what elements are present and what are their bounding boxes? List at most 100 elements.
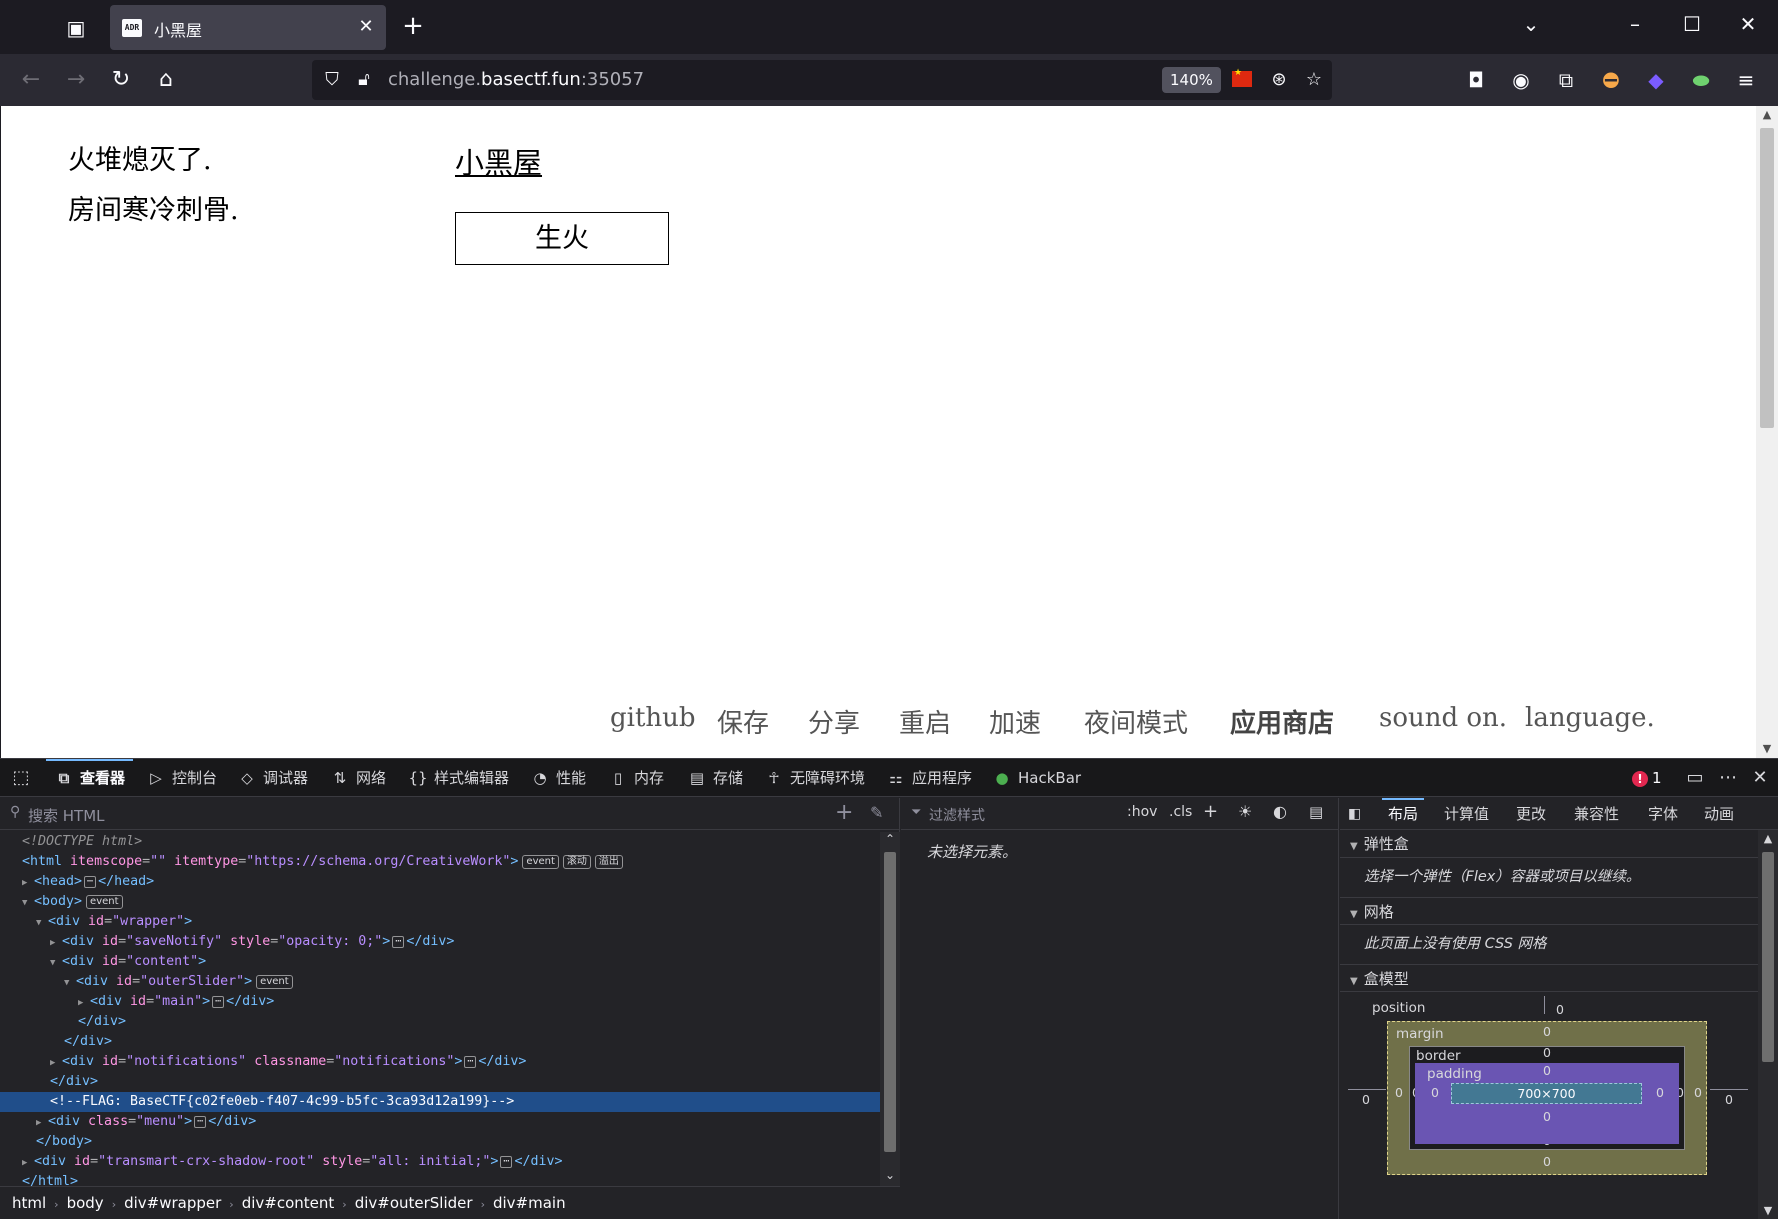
tree-node-notifications[interactable]: ▶ <div id="notifications" classname="noti… — [0, 1052, 880, 1072]
tab-compatibility[interactable]: 兼容性 — [1574, 798, 1619, 830]
collapsed-ellipsis[interactable]: ⋯ — [464, 1056, 477, 1068]
tree-node-main[interactable]: ▶ <div id="main"> ⋯ </div> — [0, 992, 880, 1012]
scroll-up-icon[interactable]: ▲ — [1758, 832, 1778, 845]
scroll-badge[interactable]: 滚动 — [562, 855, 591, 869]
devtools-tab[interactable]: ☥ 无障碍环境 — [764, 759, 865, 797]
devtools-tab[interactable]: ● HackBar — [992, 759, 1081, 797]
cls-toggle-button[interactable]: .cls — [1169, 804, 1192, 820]
scroll-down-icon[interactable]: ▼ — [1756, 742, 1778, 755]
page-scrollbar[interactable]: ▲ ▼ — [1756, 106, 1778, 758]
margin-bottom-value[interactable]: 0 — [1543, 1154, 1551, 1169]
tree-node-head[interactable]: ▶ <head> ⋯ </head> — [0, 872, 880, 892]
back-icon[interactable]: ← — [16, 66, 46, 94]
layout-scroll-thumb[interactable] — [1762, 852, 1774, 1062]
forward-icon[interactable]: → — [61, 66, 91, 94]
tab-close-icon[interactable]: ✕ — [355, 16, 377, 37]
responsive-design-icon[interactable]: ▭ — [1680, 759, 1710, 797]
html-search-input[interactable]: 搜索 HTML — [28, 805, 105, 826]
menu-item[interactable]: github — [610, 703, 696, 733]
margin-left-value[interactable]: 0 — [1395, 1085, 1403, 1100]
tree-node-body[interactable]: ▼ <body> event — [0, 892, 880, 912]
collapse-arrow-icon[interactable]: ▼ — [36, 913, 48, 933]
devtools-tab[interactable]: ⚏ 应用程序 — [886, 759, 972, 797]
boxmodel-section-header[interactable]: ▼ 盒模型 — [1340, 964, 1758, 992]
menu-item[interactable]: 分享 — [808, 703, 860, 740]
print-media-icon[interactable]: ▤ — [1309, 803, 1323, 821]
extensions-icon[interactable]: ⧉ — [1551, 66, 1581, 94]
zoom-badge[interactable]: 140% — [1162, 67, 1221, 93]
reload-icon[interactable]: ↻ — [106, 66, 136, 94]
position-right-value[interactable]: 0 — [1725, 1092, 1733, 1107]
devtools-tab[interactable]: ⇅ 网络 — [330, 759, 386, 797]
tree-node-close-outerslider[interactable]: </div> — [0, 1012, 880, 1032]
tracking-shield-icon[interactable]: ⛉ — [320, 68, 344, 92]
flexbox-section-header[interactable]: ▼ 弹性盒 — [1340, 830, 1758, 858]
element-picker-icon[interactable]: ⬚ — [8, 759, 34, 797]
scroll-up-icon[interactable]: ▲ — [1756, 108, 1778, 121]
tree-node-close-wrapper[interactable]: </div> — [0, 1072, 880, 1092]
position-top-value[interactable]: 0 — [1556, 1002, 1564, 1017]
scroll-down-icon[interactable]: ⌄ — [880, 1168, 900, 1182]
event-badge[interactable]: event — [86, 895, 123, 909]
markup-scroll-thumb[interactable] — [884, 852, 896, 1152]
scroll-up-icon[interactable]: ⌃ — [880, 832, 900, 846]
collapsed-ellipsis[interactable]: ⋯ — [392, 936, 405, 948]
tree-node-close-content[interactable]: </div> — [0, 1032, 880, 1052]
firefox-view-icon[interactable]: ▣ — [62, 15, 90, 41]
toggle-sidebar-icon[interactable]: ◧ — [1348, 798, 1361, 830]
app-menu-icon[interactable]: ≡ — [1731, 66, 1761, 94]
tree-node-transmart[interactable]: ▶ <div id="transmart-crx-shadow-root" sty… — [0, 1152, 880, 1172]
menu-item[interactable]: sound on. — [1379, 703, 1507, 733]
devtools-tab[interactable]: ▯ 内存 — [608, 759, 664, 797]
url-text[interactable]: challenge.basectf.fun:35057 — [388, 69, 644, 90]
close-devtools-icon[interactable]: ✕ — [1746, 759, 1774, 797]
add-rule-icon[interactable]: + — [1203, 801, 1218, 822]
scroll-down-icon[interactable]: ▼ — [1758, 1204, 1778, 1217]
padding-bottom-value[interactable]: 0 — [1543, 1109, 1551, 1124]
filter-styles-input[interactable]: 过滤样式 — [929, 805, 985, 825]
list-all-tabs-icon[interactable]: ⌄ — [1516, 12, 1546, 36]
event-badge[interactable]: event — [256, 975, 293, 989]
expand-arrow-icon[interactable]: ▶ — [36, 1113, 48, 1133]
collapsed-ellipsis[interactable]: ⋯ — [500, 1156, 513, 1168]
html-search[interactable]: ⚲ 搜索 HTML + ✎ — [0, 798, 900, 830]
active-tab[interactable]: ADR 小黑屋 ✕ — [110, 5, 386, 50]
china-flag-icon[interactable] — [1232, 68, 1252, 87]
tab-layout[interactable]: 布局 — [1381, 798, 1425, 830]
grid-section-header[interactable]: ▼ 网格 — [1340, 897, 1758, 925]
border-top-value[interactable]: 0 — [1543, 1045, 1551, 1060]
tab-computed[interactable]: 计算值 — [1444, 798, 1489, 830]
event-badge[interactable]: event — [522, 855, 559, 869]
devtools-tab[interactable]: ▷ 控制台 — [146, 759, 217, 797]
expand-arrow-icon[interactable]: ▶ — [50, 933, 62, 953]
expand-arrow-icon[interactable]: ▶ — [78, 993, 90, 1013]
light-color-scheme-icon[interactable]: ☀ — [1238, 802, 1252, 821]
tab-fonts[interactable]: 字体 — [1648, 798, 1678, 830]
tree-node-doctype[interactable]: <!DOCTYPE html> — [0, 832, 880, 852]
collapsed-ellipsis[interactable]: ⋯ — [84, 876, 97, 888]
dark-color-scheme-icon[interactable]: ◐ — [1273, 802, 1287, 821]
menu-item[interactable]: 重启 — [899, 703, 951, 740]
insecure-lock-icon[interactable]: 🔓︎ — [352, 68, 376, 92]
error-count-badge[interactable]: ! 1 — [1632, 769, 1662, 787]
tree-node-savenotify[interactable]: ▶ <div id="saveNotify" style="opacity: 0;… — [0, 932, 880, 952]
tab-changes[interactable]: 更改 — [1516, 798, 1546, 830]
breadcrumb-item[interactable]: div#wrapper — [124, 1194, 221, 1212]
expand-arrow-icon[interactable]: ▶ — [22, 873, 34, 893]
devtools-tab[interactable]: ⧉ 查看器 — [45, 759, 134, 797]
devtools-menu-icon[interactable]: ⋯ — [1713, 759, 1743, 797]
breadcrumb-item[interactable]: div#content — [242, 1194, 335, 1212]
translate-extension-icon[interactable]: ◉ — [1506, 66, 1536, 94]
menu-item[interactable]: 保存 — [717, 703, 769, 740]
padding-left-value[interactable]: 0 — [1431, 1085, 1439, 1100]
devtools-tab[interactable]: ▤ 存储 — [687, 759, 743, 797]
adblock-extension-icon[interactable]: ⛔︎ — [1596, 66, 1626, 94]
bookmark-star-icon[interactable]: ☆ — [1302, 68, 1326, 92]
fingerprint-icon[interactable]: ⊛ — [1267, 68, 1291, 92]
eyedropper-icon[interactable]: ✎ — [870, 803, 883, 822]
padding-top-value[interactable]: 0 — [1543, 1063, 1551, 1078]
close-window-icon[interactable]: ✕ — [1733, 12, 1763, 36]
hov-toggle-button[interactable]: :hov — [1127, 804, 1157, 820]
position-left-value[interactable]: 0 — [1362, 1092, 1370, 1107]
devtools-tab[interactable]: ◔ 性能 — [530, 759, 586, 797]
